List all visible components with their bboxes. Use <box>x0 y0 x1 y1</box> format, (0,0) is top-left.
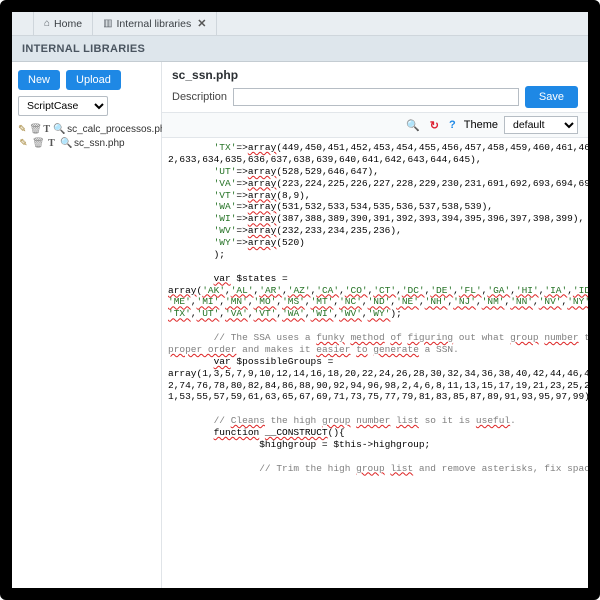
theme-select[interactable]: default <box>504 116 578 134</box>
refresh-icon[interactable]: ↻ <box>428 119 441 132</box>
save-button[interactable]: Save <box>525 86 578 108</box>
tree-item[interactable]: ✎🗑T🔍sc_calc_processos.php <box>18 124 155 135</box>
description-label: Description <box>172 91 227 103</box>
upload-button[interactable]: Upload <box>66 70 121 90</box>
description-input[interactable] <box>233 88 519 106</box>
tab-bar: ⌂ Home ▥ Internal libraries ✕ <box>12 12 588 36</box>
file-tree: ✎🗑T🔍sc_calc_processos.php✎🗑T🔍sc_ssn.php <box>18 124 155 149</box>
tab-label: Home <box>54 18 82 30</box>
file-label: sc_ssn.php <box>74 138 125 149</box>
page-title: INTERNAL LIBRARIES <box>12 36 588 62</box>
search-icon[interactable]: 🔍 <box>53 124 64 135</box>
home-icon: ⌂ <box>44 18 50 29</box>
tab-spacer <box>16 12 34 35</box>
edit-icon[interactable]: ✎ <box>18 138 29 149</box>
code-editor[interactable]: 'TX'=>array(449,450,451,452,453,454,455,… <box>162 138 588 588</box>
page-title-text: INTERNAL LIBRARIES <box>22 43 145 55</box>
tab-label: Internal libraries <box>117 18 192 30</box>
theme-label: Theme <box>464 119 498 131</box>
content-pane: sc_ssn.php Description Save 🔍 ↻ ? Theme … <box>162 62 588 588</box>
text-icon: T <box>46 138 57 149</box>
editor-toolbar: 🔍 ↻ ? Theme default <box>162 112 588 138</box>
tab-internal-libraries[interactable]: ▥ Internal libraries ✕ <box>93 12 217 35</box>
new-button[interactable]: New <box>18 70 60 90</box>
sidebar: New Upload ScriptCase ✎🗑T🔍sc_calc_proces… <box>12 62 162 588</box>
file-label: sc_calc_processos.php <box>67 124 171 135</box>
search-icon[interactable]: 🔍 <box>404 119 422 132</box>
edit-icon[interactable]: ✎ <box>18 124 26 135</box>
help-icon[interactable]: ? <box>447 119 458 131</box>
tree-item[interactable]: ✎🗑T🔍sc_ssn.php <box>18 138 155 149</box>
tab-home[interactable]: ⌂ Home <box>34 12 93 35</box>
text-icon: T <box>43 124 50 135</box>
delete-icon[interactable]: 🗑 <box>32 138 43 149</box>
delete-icon[interactable]: 🗑 <box>29 124 40 135</box>
search-icon[interactable]: 🔍 <box>60 138 71 149</box>
scope-select[interactable]: ScriptCase <box>18 96 108 116</box>
file-name: sc_ssn.php <box>172 68 578 82</box>
close-icon[interactable]: ✕ <box>197 17 206 30</box>
books-icon: ▥ <box>103 18 112 29</box>
